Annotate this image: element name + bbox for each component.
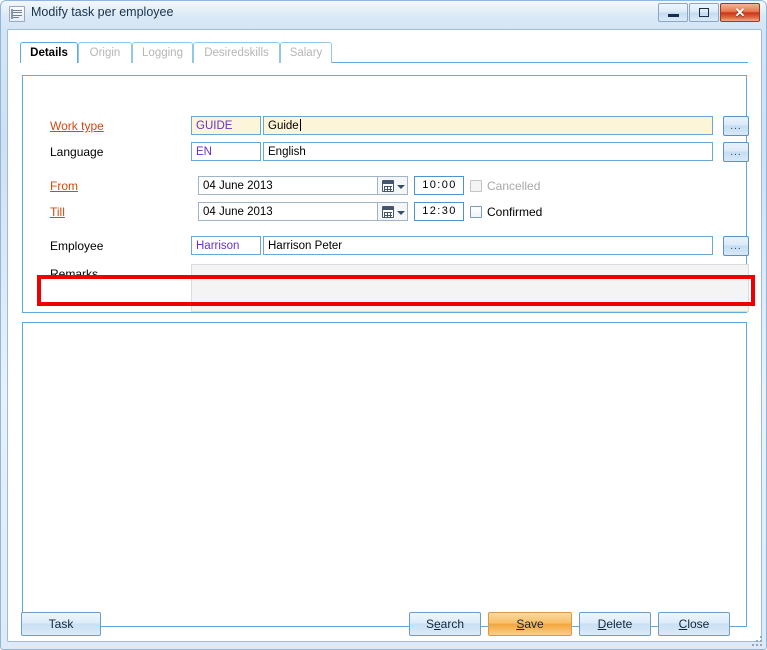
employee-browse-button[interactable]: ... — [723, 236, 749, 256]
work-type-name-value: Guide — [268, 120, 299, 132]
maximize-icon — [690, 4, 718, 21]
till-date-input[interactable]: 04 June 2013 — [198, 202, 378, 221]
resize-grip[interactable] — [750, 634, 762, 646]
work-type-name-input[interactable]: Guide — [263, 116, 713, 135]
tab-salary[interactable]: Salary — [280, 42, 332, 63]
from-label[interactable]: From — [50, 179, 78, 193]
language-name-value: English — [268, 146, 306, 158]
text-caret — [299, 119, 301, 131]
employee-code-value: Harrison — [196, 240, 240, 252]
document-list-icon — [9, 6, 25, 22]
tab-label: Logging — [142, 47, 183, 59]
work-type-label[interactable]: Work type — [50, 119, 104, 133]
task-list-panel[interactable] — [22, 322, 747, 627]
window-title: Modify task per employee — [31, 5, 174, 19]
checkbox-box-icon — [470, 206, 482, 218]
work-type-code-value: GUIDE — [196, 120, 233, 132]
employee-name-input[interactable]: Harrison Peter — [263, 236, 713, 255]
tab-details[interactable]: Details — [20, 42, 78, 64]
maximize-button[interactable] — [689, 3, 719, 22]
confirmed-checkbox[interactable]: Confirmed — [470, 204, 542, 220]
language-code-value: EN — [196, 146, 212, 158]
task-button-label: Task — [48, 617, 74, 631]
close-button-label: Close — [678, 617, 710, 631]
calendar-icon — [382, 180, 394, 192]
till-date-picker-button[interactable] — [378, 202, 408, 221]
calendar-icon — [382, 206, 394, 218]
tab-label: Desiredskills — [204, 47, 269, 59]
tab-origin[interactable]: Origin — [78, 42, 132, 63]
close-window-button[interactable]: ✕ — [720, 3, 760, 22]
tab-strip: Details Origin Logging Desiredskills Sal… — [20, 42, 748, 64]
task-button[interactable]: Task — [21, 612, 101, 636]
chevron-down-icon — [397, 211, 405, 215]
delete-button-label: Delete — [597, 617, 633, 631]
close-icon: ✕ — [734, 5, 746, 20]
till-label[interactable]: Till — [50, 205, 65, 219]
details-group-panel: Work type GUIDE Guide ... Language EN En… — [22, 75, 755, 313]
button-bar: Task Search Save Delete Close — [7, 606, 762, 646]
remarks-textarea[interactable] — [191, 264, 749, 312]
from-date-picker-button[interactable] — [378, 176, 408, 195]
employee-label: Employee — [50, 239, 104, 253]
application-window: Modify task per employee ✕ Details Origi… — [0, 0, 767, 650]
minimize-icon — [659, 4, 687, 21]
language-code-input[interactable]: EN — [191, 142, 261, 161]
tab-desiredskills[interactable]: Desiredskills — [193, 42, 280, 63]
client-area: Details Origin Logging Desiredskills Sal… — [7, 29, 762, 642]
title-bar[interactable]: Modify task per employee ✕ — [1, 1, 766, 28]
save-button-label: Save — [516, 617, 544, 631]
minimize-button[interactable] — [658, 3, 688, 22]
save-button[interactable]: Save — [488, 612, 572, 636]
employee-code-input[interactable]: Harrison — [191, 236, 261, 255]
language-name-input[interactable]: English — [263, 142, 713, 161]
search-button-label: Search — [425, 617, 465, 631]
tab-logging[interactable]: Logging — [132, 42, 193, 63]
tab-label: Origin — [89, 47, 121, 59]
tab-label: Salary — [289, 47, 323, 59]
employee-name-value: Harrison Peter — [268, 240, 343, 252]
till-time-input[interactable]: 12:30 — [414, 202, 464, 221]
chevron-down-icon — [397, 185, 405, 189]
checkbox-box-icon — [470, 180, 482, 192]
language-browse-button[interactable]: ... — [723, 142, 749, 162]
cancelled-checkbox-label: Cancelled — [487, 179, 541, 193]
language-label: Language — [50, 145, 104, 159]
work-type-browse-button[interactable]: ... — [723, 116, 749, 136]
from-time-input[interactable]: 10:00 — [414, 176, 464, 195]
close-button[interactable]: Close — [658, 612, 730, 636]
cancelled-checkbox[interactable]: Cancelled — [470, 178, 540, 194]
tab-label: Details — [30, 47, 68, 59]
delete-button[interactable]: Delete — [579, 612, 651, 636]
work-type-code-input[interactable]: GUIDE — [191, 116, 261, 135]
search-button[interactable]: Search — [409, 612, 481, 636]
from-date-input[interactable]: 04 June 2013 — [198, 176, 378, 195]
remarks-label: Remarks — [50, 267, 99, 281]
confirmed-checkbox-label: Confirmed — [487, 205, 543, 219]
